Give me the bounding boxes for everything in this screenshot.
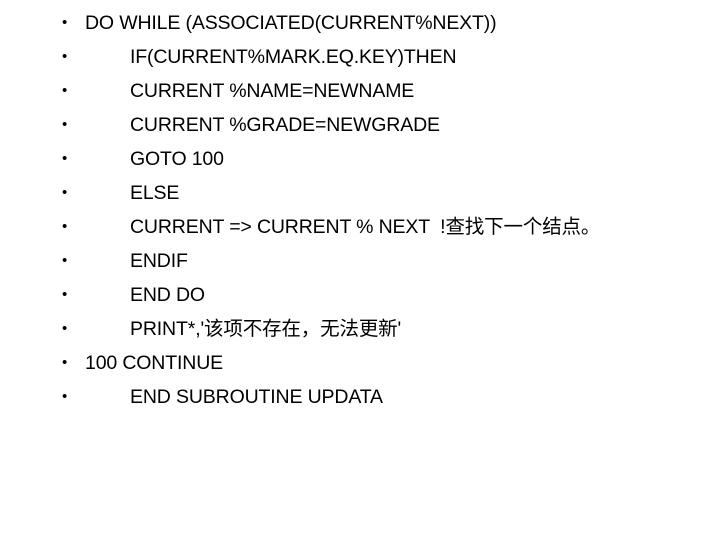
bullet-icon: •	[62, 320, 68, 337]
code-line: • IF(CURRENT%MARK.EQ.KEY)THEN	[0, 40, 720, 74]
code-line: • ENDIF	[0, 244, 720, 278]
code-line: • PRINT*,'该项不存在，无法更新'	[0, 312, 720, 346]
bullet-icon: •	[62, 286, 68, 303]
code-line-text: 100 CONTINUE	[85, 352, 223, 374]
code-line-text: CURRENT => CURRENT % NEXT !查找下一个结点。	[130, 216, 601, 238]
code-line-text: CURRENT %GRADE=NEWGRADE	[130, 114, 440, 136]
code-line-text: IF(CURRENT%MARK.EQ.KEY)THEN	[130, 46, 457, 68]
code-line-text: GOTO 100	[130, 148, 224, 170]
code-line-text: ENDIF	[130, 250, 188, 272]
bullet-icon: •	[62, 218, 68, 235]
code-bullet-list: • DO WHILE (ASSOCIATED(CURRENT%NEXT)) • IF(…	[0, 6, 720, 414]
code-line: • CURRENT %NAME=NEWNAME	[0, 74, 720, 108]
slide-canvas: • DO WHILE (ASSOCIATED(CURRENT%NEXT)) • IF(…	[0, 0, 720, 540]
code-line: • CURRENT => CURRENT % NEXT !查找下一个结点。	[0, 210, 720, 244]
bullet-icon: •	[62, 150, 68, 167]
bullet-icon: •	[62, 82, 68, 99]
bullet-icon: •	[62, 184, 68, 201]
code-line: • 100 CONTINUE	[0, 346, 720, 380]
code-line-text: CURRENT %NAME=NEWNAME	[130, 80, 415, 102]
bullet-icon: •	[62, 116, 68, 133]
code-line: • DO WHILE (ASSOCIATED(CURRENT%NEXT))	[0, 6, 720, 40]
code-line-text: DO WHILE (ASSOCIATED(CURRENT%NEXT))	[85, 12, 497, 34]
bullet-icon: •	[62, 48, 68, 65]
code-line-text: ELSE	[130, 182, 180, 204]
bullet-icon: •	[62, 354, 68, 371]
code-line-text: END SUBROUTINE UPDATA	[130, 386, 383, 408]
code-line-text: PRINT*,'该项不存在，无法更新'	[130, 318, 402, 340]
bullet-icon: •	[62, 252, 68, 269]
code-line: • GOTO 100	[0, 142, 720, 176]
code-line: • END DO	[0, 278, 720, 312]
bullet-icon: •	[62, 388, 68, 405]
code-line: • ELSE	[0, 176, 720, 210]
code-line: • END SUBROUTINE UPDATA	[0, 380, 720, 414]
bullet-icon: •	[62, 14, 68, 31]
code-line-text: END DO	[130, 284, 205, 306]
code-line: • CURRENT %GRADE=NEWGRADE	[0, 108, 720, 142]
